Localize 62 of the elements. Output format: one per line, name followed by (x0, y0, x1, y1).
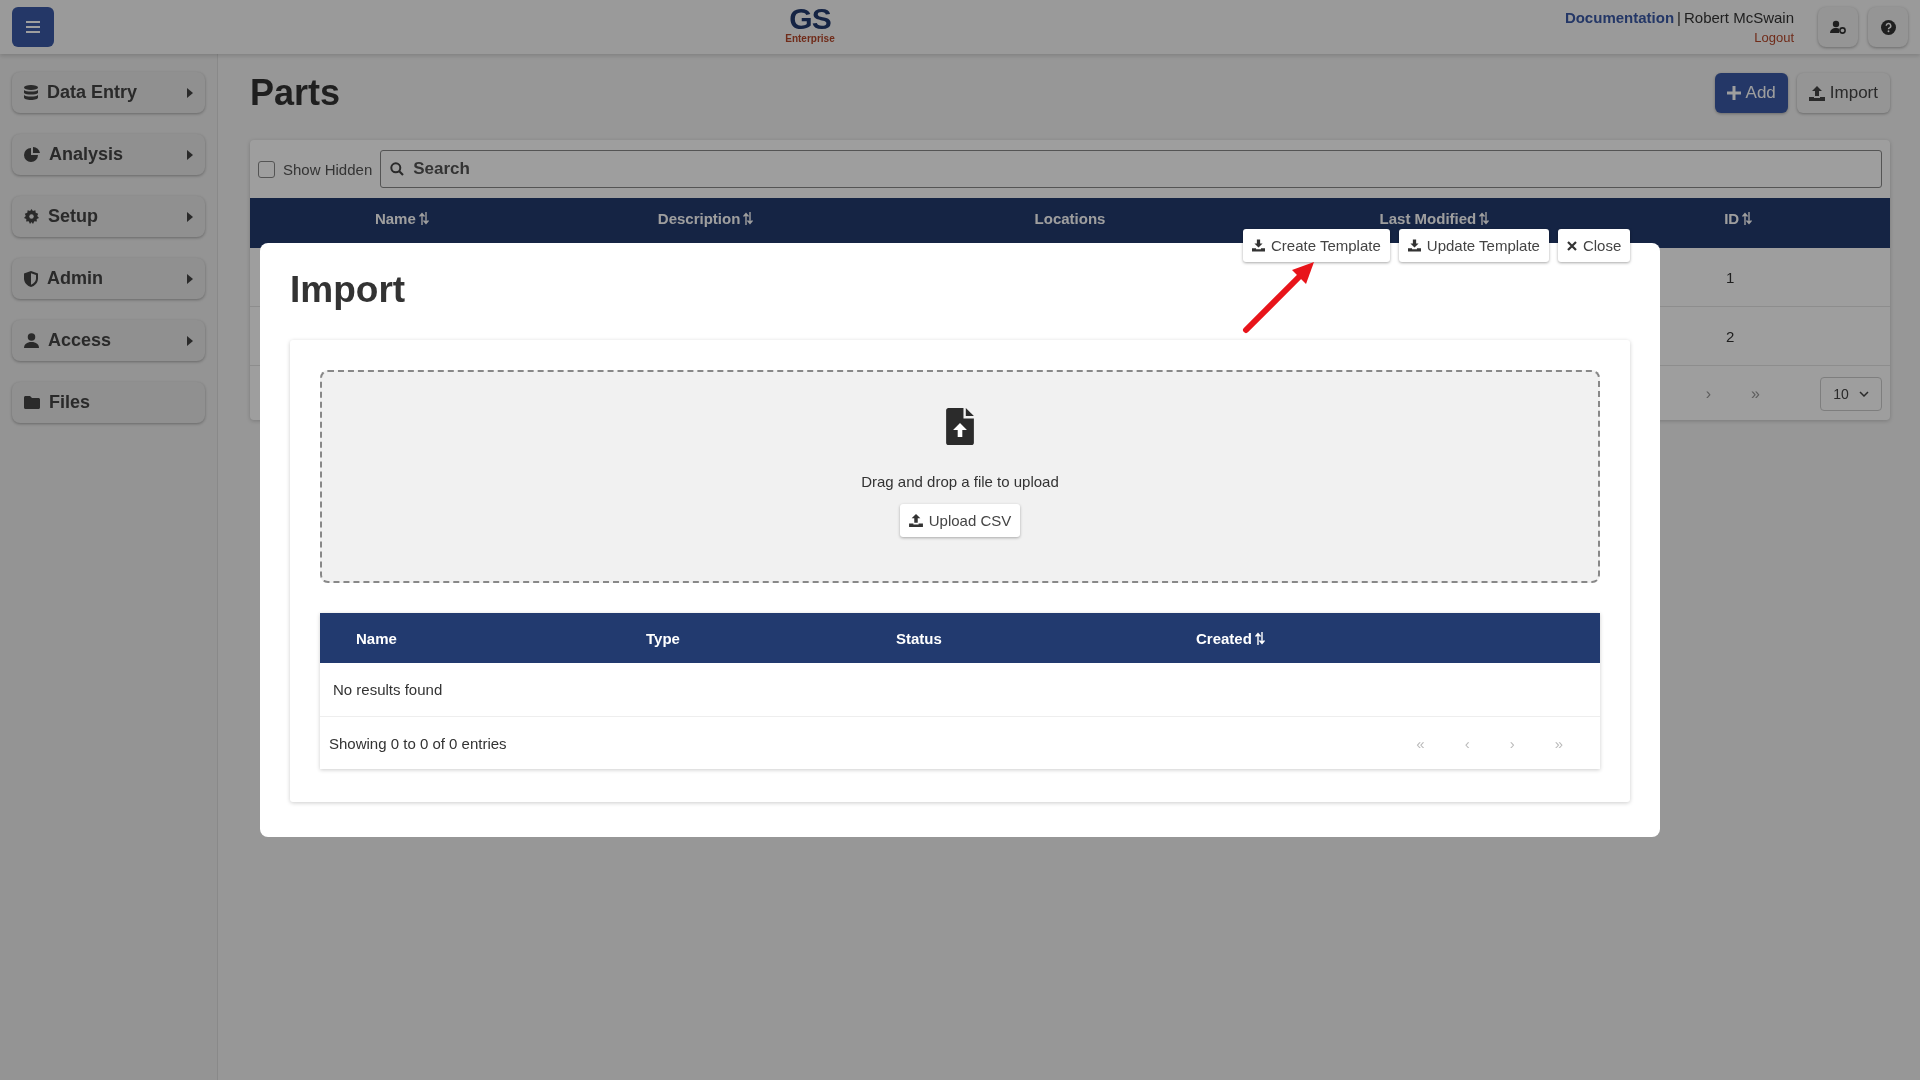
user-gear-icon (1830, 20, 1846, 34)
template-button[interactable]: Create Template (1243, 229, 1390, 262)
table-cell: 2 (1726, 327, 1735, 345)
menu-button[interactable] (12, 7, 54, 47)
sidebar-item[interactable]: Analysis (12, 134, 205, 175)
sidebar-item[interactable]: Admin (12, 258, 205, 299)
help-icon (1880, 19, 1896, 35)
sidebar-item[interactable]: Data Entry (12, 72, 205, 113)
show-hidden-checkbox[interactable] (258, 160, 275, 178)
pie-chart-icon (24, 147, 40, 162)
column-header[interactable]: Locations (1034, 209, 1106, 227)
download-icon (1407, 239, 1421, 252)
download-icon (1252, 239, 1265, 252)
template-button[interactable]: Update Template (1398, 229, 1549, 262)
search-field[interactable]: Search (380, 150, 1882, 188)
user-settings-button[interactable] (1818, 7, 1858, 47)
empty-message: No results found (333, 681, 443, 698)
shield-icon (24, 270, 38, 287)
upload-csv-button[interactable]: Upload CSV (899, 504, 1021, 537)
logo: GS (789, 4, 831, 34)
dialog-title: Import (290, 271, 407, 308)
menu-icon (26, 21, 40, 33)
column-header[interactable]: Type (646, 629, 680, 647)
close-button[interactable]: Close (1557, 229, 1631, 262)
entries-summary: Showing 0 to 0 of 0 entries (329, 734, 507, 752)
table-cell: 1 (1726, 268, 1735, 286)
column-header[interactable]: Name (356, 629, 397, 647)
person-icon (24, 333, 39, 348)
column-header[interactable]: Name (374, 209, 416, 227)
documentation-link[interactable]: Documentation (1564, 9, 1675, 26)
import-button[interactable]: Import (1796, 73, 1890, 113)
checkbox-label: Show Hidden (283, 160, 373, 178)
pager-link[interactable]: » (1751, 385, 1760, 403)
plus-icon (1726, 86, 1741, 100)
user-name: Robert McSwain (1683, 9, 1794, 26)
logout-link[interactable]: Logout (1754, 30, 1794, 45)
column-header[interactable]: Description (657, 209, 741, 227)
database-icon (24, 85, 38, 100)
page-size-select[interactable]: 10 (1820, 377, 1882, 411)
folder-icon (24, 396, 40, 409)
drop-zone[interactable]: Drag and drop a file to upload Upload CSV (320, 370, 1600, 583)
column-header[interactable]: Created (1196, 629, 1252, 647)
drop-hint: Drag and drop a file to upload (861, 473, 1059, 490)
gear-icon (24, 209, 39, 224)
sidebar-item[interactable]: Access (12, 320, 205, 361)
pager-link[interactable]: › (1705, 385, 1712, 403)
column-header[interactable]: ID (1724, 209, 1740, 227)
search-icon (390, 162, 405, 176)
page-title: Parts (250, 72, 341, 114)
file-upload-icon (946, 408, 974, 445)
upload-icon (1808, 85, 1825, 101)
close-icon (1566, 240, 1577, 251)
chevron-down-icon (1858, 391, 1869, 397)
column-header[interactable]: Status (896, 629, 942, 647)
sidebar-item[interactable]: Setup (12, 196, 205, 237)
column-header[interactable]: Last Modified (1379, 209, 1477, 227)
separator: | (1677, 9, 1681, 26)
sidebar-item[interactable]: Files (12, 382, 205, 423)
add-button[interactable]: Add (1714, 73, 1788, 113)
help-button[interactable] (1868, 7, 1908, 47)
logo-subtitle: Enterprise (785, 34, 835, 44)
upload-icon (908, 514, 923, 527)
